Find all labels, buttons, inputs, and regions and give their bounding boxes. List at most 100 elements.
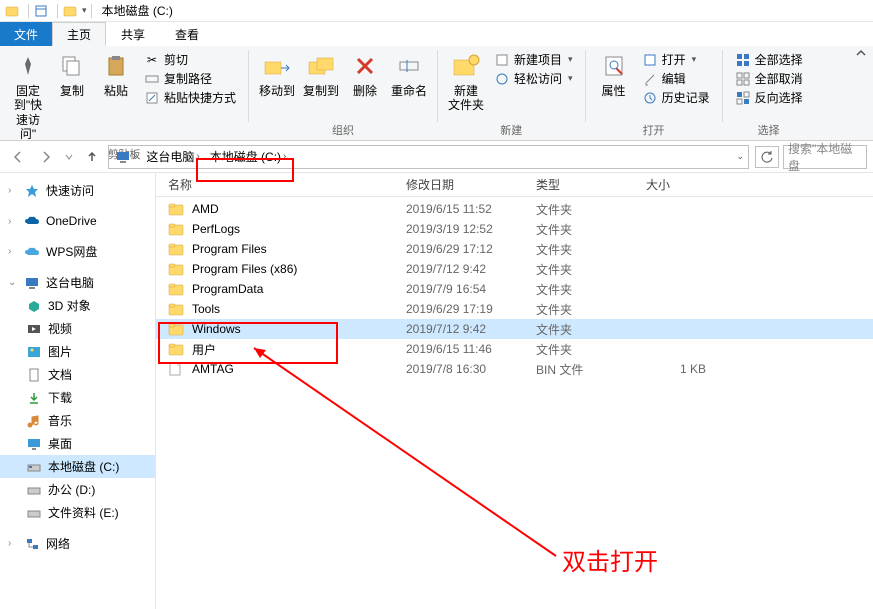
nav-pictures[interactable]: 图片 — [0, 340, 155, 363]
crumb-drive[interactable]: 本地磁盘 (C:)› — [206, 146, 293, 168]
selectnone-icon — [735, 71, 751, 87]
delete-icon — [349, 50, 381, 82]
file-row[interactable]: ProgramData2019/7/9 16:54文件夹 — [156, 279, 873, 299]
file-date: 2019/7/8 16:30 — [406, 362, 536, 376]
copypath-button[interactable]: 复制路径 — [140, 69, 240, 88]
documents-icon — [26, 367, 42, 383]
tab-share[interactable]: 共享 — [106, 22, 160, 46]
easyaccess-button[interactable]: 轻松访问▾ — [490, 69, 577, 88]
file-date: 2019/3/19 12:52 — [406, 222, 536, 236]
copyto-button[interactable]: 复制到 — [299, 48, 343, 100]
crumb-thispc[interactable]: 这台电脑› — [142, 146, 205, 168]
qat-properties-icon[interactable] — [33, 3, 49, 19]
open-icon — [642, 52, 658, 68]
file-name: Windows — [192, 322, 406, 336]
file-date: 2019/6/15 11:52 — [406, 202, 536, 216]
nav-onedrive[interactable]: ›OneDrive — [0, 210, 155, 232]
file-type: 文件夹 — [536, 241, 646, 258]
nav-music[interactable]: 音乐 — [0, 409, 155, 432]
nav-edrive[interactable]: 文件资料 (E:) — [0, 501, 155, 524]
nav-ddrive[interactable]: 办公 (D:) — [0, 478, 155, 501]
nav-documents[interactable]: 文档 — [0, 363, 155, 386]
file-type: 文件夹 — [536, 301, 646, 318]
file-row[interactable]: Program Files (x86)2019/7/12 9:42文件夹 — [156, 259, 873, 279]
address-bar[interactable]: › 这台电脑› 本地磁盘 (C:)› ⌄ — [108, 145, 749, 169]
col-name[interactable]: 名称 — [168, 176, 406, 193]
drive-icon — [26, 459, 42, 475]
music-icon — [26, 413, 42, 429]
nav-thispc[interactable]: ⌄这台电脑 — [0, 271, 155, 294]
paste-button[interactable]: 粘贴 — [94, 48, 138, 100]
nav-downloads[interactable]: 下载 — [0, 386, 155, 409]
file-row[interactable]: PerfLogs2019/3/19 12:52文件夹 — [156, 219, 873, 239]
file-row[interactable]: 用户2019/6/15 11:46文件夹 — [156, 339, 873, 359]
history-button[interactable]: 历史记录 — [638, 88, 714, 107]
file-row[interactable]: Program Files2019/6/29 17:12文件夹 — [156, 239, 873, 259]
invert-button[interactable]: 反向选择 — [731, 88, 807, 107]
pin-quickaccess-button[interactable]: 固定到"快 速访问" — [6, 48, 50, 144]
tab-home[interactable]: 主页 — [52, 22, 106, 46]
file-type: 文件夹 — [536, 261, 646, 278]
tab-view[interactable]: 查看 — [160, 22, 214, 46]
file-row[interactable]: Tools2019/6/29 17:19文件夹 — [156, 299, 873, 319]
file-date: 2019/7/12 9:42 — [406, 262, 536, 276]
nav-wps[interactable]: ›WPS网盘 — [0, 240, 155, 263]
col-type[interactable]: 类型 — [536, 176, 646, 193]
easyaccess-icon — [494, 71, 510, 87]
addr-dropdown-icon[interactable]: ⌄ — [736, 151, 744, 162]
copy-button[interactable]: 复制 — [50, 48, 94, 100]
file-type: 文件夹 — [536, 281, 646, 298]
search-input[interactable]: 搜索"本地磁盘 — [783, 145, 867, 169]
newfolder-button[interactable]: 新建 文件夹 — [444, 48, 488, 115]
cut-button[interactable]: ✂剪切 — [140, 50, 240, 69]
tab-file[interactable]: 文件 — [0, 22, 52, 46]
file-name: AMD — [192, 202, 406, 216]
newitem-button[interactable]: 新建项目▾ — [490, 50, 577, 69]
rename-button[interactable]: 重命名 — [387, 48, 431, 100]
app-icon — [4, 3, 20, 19]
wps-icon — [24, 244, 40, 260]
folder-icon — [168, 201, 186, 217]
file-name: Program Files (x86) — [192, 262, 406, 276]
nav-network[interactable]: ›网络 — [0, 532, 155, 555]
open-button[interactable]: 打开▾ — [638, 50, 714, 69]
pin-icon — [12, 50, 44, 82]
file-row[interactable]: Windows2019/7/12 9:42文件夹 — [156, 319, 873, 339]
file-type: 文件夹 — [536, 201, 646, 218]
crumb-pc-icon[interactable]: › — [111, 146, 142, 168]
folder-icon — [168, 301, 186, 317]
selectall-button[interactable]: 全部选择 — [731, 50, 807, 69]
nav-videos[interactable]: 视频 — [0, 317, 155, 340]
nav-desktop[interactable]: 桌面 — [0, 432, 155, 455]
paste-icon — [100, 50, 132, 82]
file-date: 2019/7/9 16:54 — [406, 282, 536, 296]
delete-button[interactable]: 删除 — [343, 48, 387, 100]
file-row[interactable]: AMTAG2019/7/8 16:30BIN 文件1 KB — [156, 359, 873, 379]
nav-quickaccess[interactable]: ›快速访问 — [0, 179, 155, 202]
col-date[interactable]: 修改日期 — [406, 176, 536, 193]
file-row[interactable]: AMD2019/6/15 11:52文件夹 — [156, 199, 873, 219]
file-name: PerfLogs — [192, 222, 406, 236]
properties-button[interactable]: 属性 — [592, 48, 636, 100]
moveto-button[interactable]: 移动到 — [255, 48, 299, 100]
qat-folder-icon[interactable] — [62, 3, 78, 19]
file-type: 文件夹 — [536, 341, 646, 358]
selectnone-button[interactable]: 全部取消 — [731, 69, 807, 88]
copyto-icon — [305, 50, 337, 82]
pictures-icon — [26, 344, 42, 360]
collapse-ribbon-icon[interactable] — [855, 48, 867, 63]
file-rows: AMD2019/6/15 11:52文件夹PerfLogs2019/3/19 1… — [156, 197, 873, 609]
moveto-icon — [261, 50, 293, 82]
refresh-button[interactable] — [755, 146, 779, 168]
address-bar-row: › 这台电脑› 本地磁盘 (C:)› ⌄ 搜索"本地磁盘 — [0, 141, 873, 173]
edit-button[interactable]: 编辑 — [638, 69, 714, 88]
pasteshortcut-button[interactable]: 粘贴快捷方式 — [140, 88, 240, 107]
ribbon-tabs: 文件 主页 共享 查看 — [0, 22, 873, 46]
column-headers[interactable]: 名称 修改日期 类型 大小 — [156, 173, 873, 197]
folder-icon — [168, 261, 186, 277]
nav-3dobjects[interactable]: 3D 对象 — [0, 294, 155, 317]
path-icon — [144, 71, 160, 87]
network-icon — [24, 536, 40, 552]
nav-cdrive[interactable]: 本地磁盘 (C:) — [0, 455, 155, 478]
col-size[interactable]: 大小 — [646, 176, 726, 193]
